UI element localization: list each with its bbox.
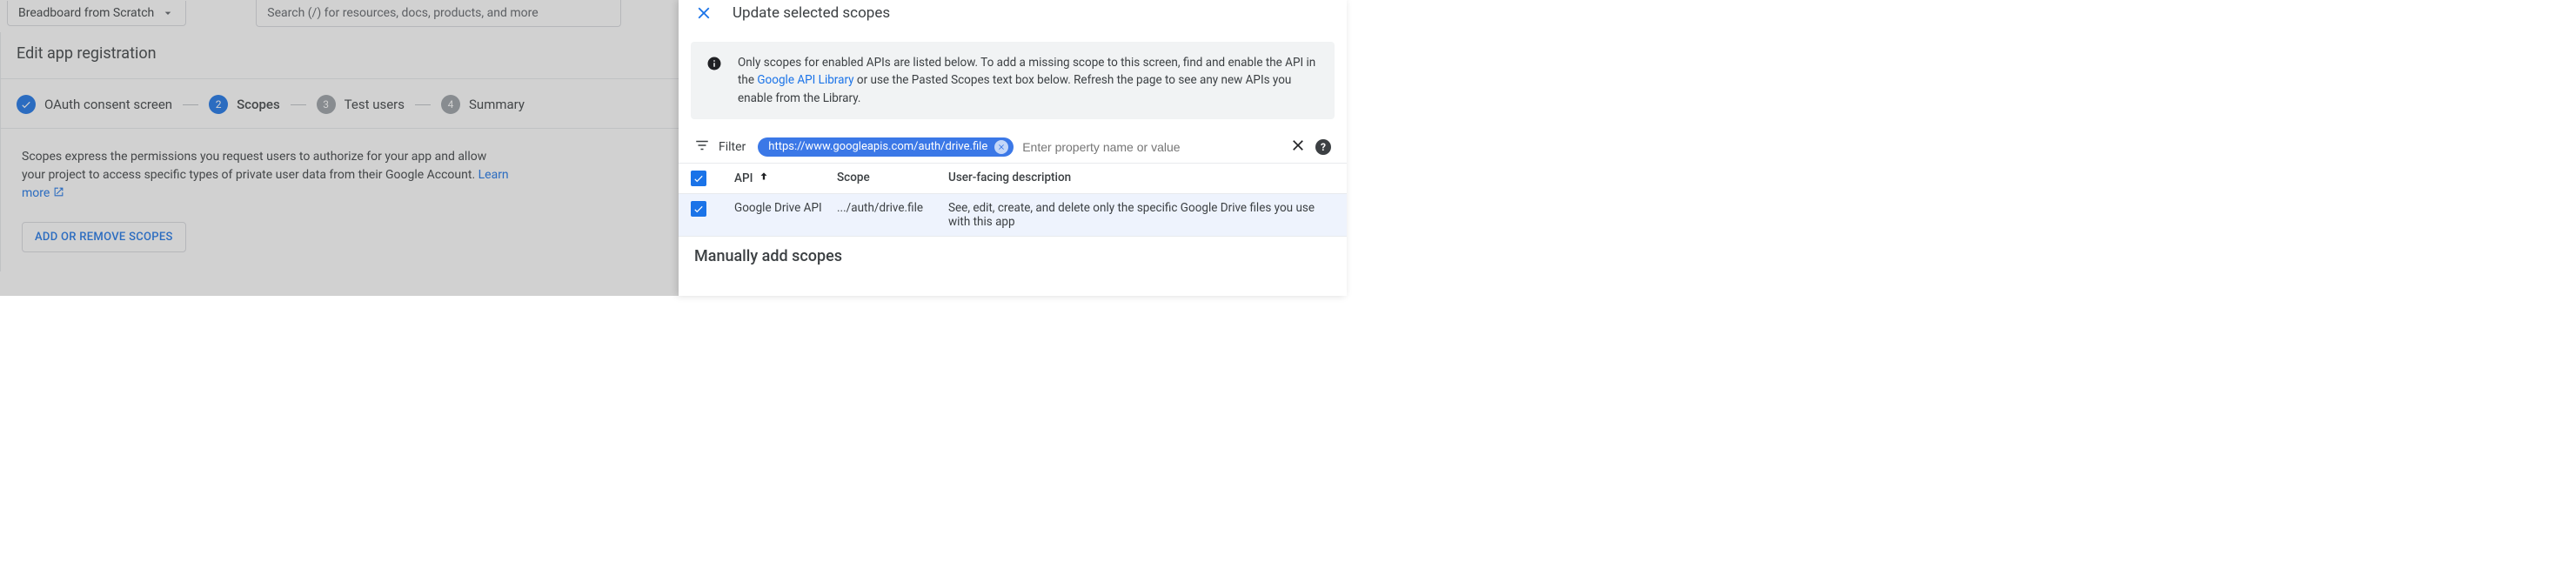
cell-scope: .../auth/drive.file xyxy=(837,201,941,215)
filter-label: Filter xyxy=(719,140,746,154)
step-number: 4 xyxy=(441,95,460,114)
clear-filter-button[interactable] xyxy=(1289,137,1307,158)
close-icon xyxy=(1289,137,1307,154)
step-scopes[interactable]: 2 Scopes xyxy=(209,95,280,114)
cell-api: Google Drive API xyxy=(734,201,830,215)
step-summary[interactable]: 4 Summary xyxy=(441,95,525,114)
update-scopes-panel: Update selected scopes Only scopes for e… xyxy=(679,0,1347,296)
select-all-checkbox[interactable] xyxy=(691,171,706,186)
step-label: Test users xyxy=(345,97,405,112)
chip-text: https://www.googleapis.com/auth/drive.fi… xyxy=(768,140,987,153)
col-header-scope[interactable]: Scope xyxy=(837,171,941,184)
table-row[interactable]: Google Drive API .../auth/drive.file See… xyxy=(679,194,1347,237)
project-selector[interactable]: Breadboard from Scratch xyxy=(7,1,186,26)
close-panel-button[interactable] xyxy=(694,3,713,23)
step-separator xyxy=(415,104,431,105)
close-icon xyxy=(694,3,713,23)
step-number: 3 xyxy=(317,95,336,114)
check-icon xyxy=(693,172,705,184)
scopes-description: Scopes express the permissions you reque… xyxy=(22,148,509,203)
step-separator xyxy=(291,104,306,105)
step-label: Summary xyxy=(469,97,525,112)
close-icon xyxy=(997,143,1006,151)
search-input[interactable]: Search (/) for resources, docs, products… xyxy=(256,0,621,27)
project-name: Breadboard from Scratch xyxy=(18,6,154,20)
col-header-api[interactable]: API xyxy=(734,171,830,186)
step-label: Scopes xyxy=(237,97,280,112)
cell-description: See, edit, create, and delete only the s… xyxy=(948,201,1335,229)
row-checkbox[interactable] xyxy=(691,201,706,217)
filter-text-input[interactable] xyxy=(1022,140,1281,154)
search-placeholder: Search (/) for resources, docs, products… xyxy=(267,6,538,20)
info-banner: Only scopes for enabled APIs are listed … xyxy=(691,42,1335,119)
table-header: API Scope User-facing description xyxy=(679,164,1347,194)
panel-title: Update selected scopes xyxy=(733,4,890,22)
manual-add-heading: Manually add scopes xyxy=(679,237,1347,265)
step-separator xyxy=(183,104,198,105)
help-icon[interactable]: ? xyxy=(1315,139,1331,155)
filter-icon xyxy=(694,137,710,157)
sort-arrow-icon xyxy=(758,171,770,186)
chip-remove-button[interactable] xyxy=(994,140,1008,154)
google-api-library-link[interactable]: Google API Library xyxy=(757,73,853,87)
step-number: 2 xyxy=(209,95,228,114)
filter-chip[interactable]: https://www.googleapis.com/auth/drive.fi… xyxy=(758,137,1014,157)
check-icon xyxy=(693,203,705,215)
add-remove-scopes-button[interactable]: ADD OR REMOVE SCOPES xyxy=(22,222,186,252)
step-test-users[interactable]: 3 Test users xyxy=(317,95,405,114)
open-external-icon xyxy=(53,186,64,198)
info-icon xyxy=(706,56,722,71)
chevron-down-icon xyxy=(161,6,175,20)
scopes-table: API Scope User-facing description Google… xyxy=(679,163,1347,237)
col-header-description[interactable]: User-facing description xyxy=(948,171,1335,184)
step-oauth-consent[interactable]: OAuth consent screen xyxy=(17,95,172,114)
step-label: OAuth consent screen xyxy=(44,97,172,112)
check-icon xyxy=(17,95,36,114)
